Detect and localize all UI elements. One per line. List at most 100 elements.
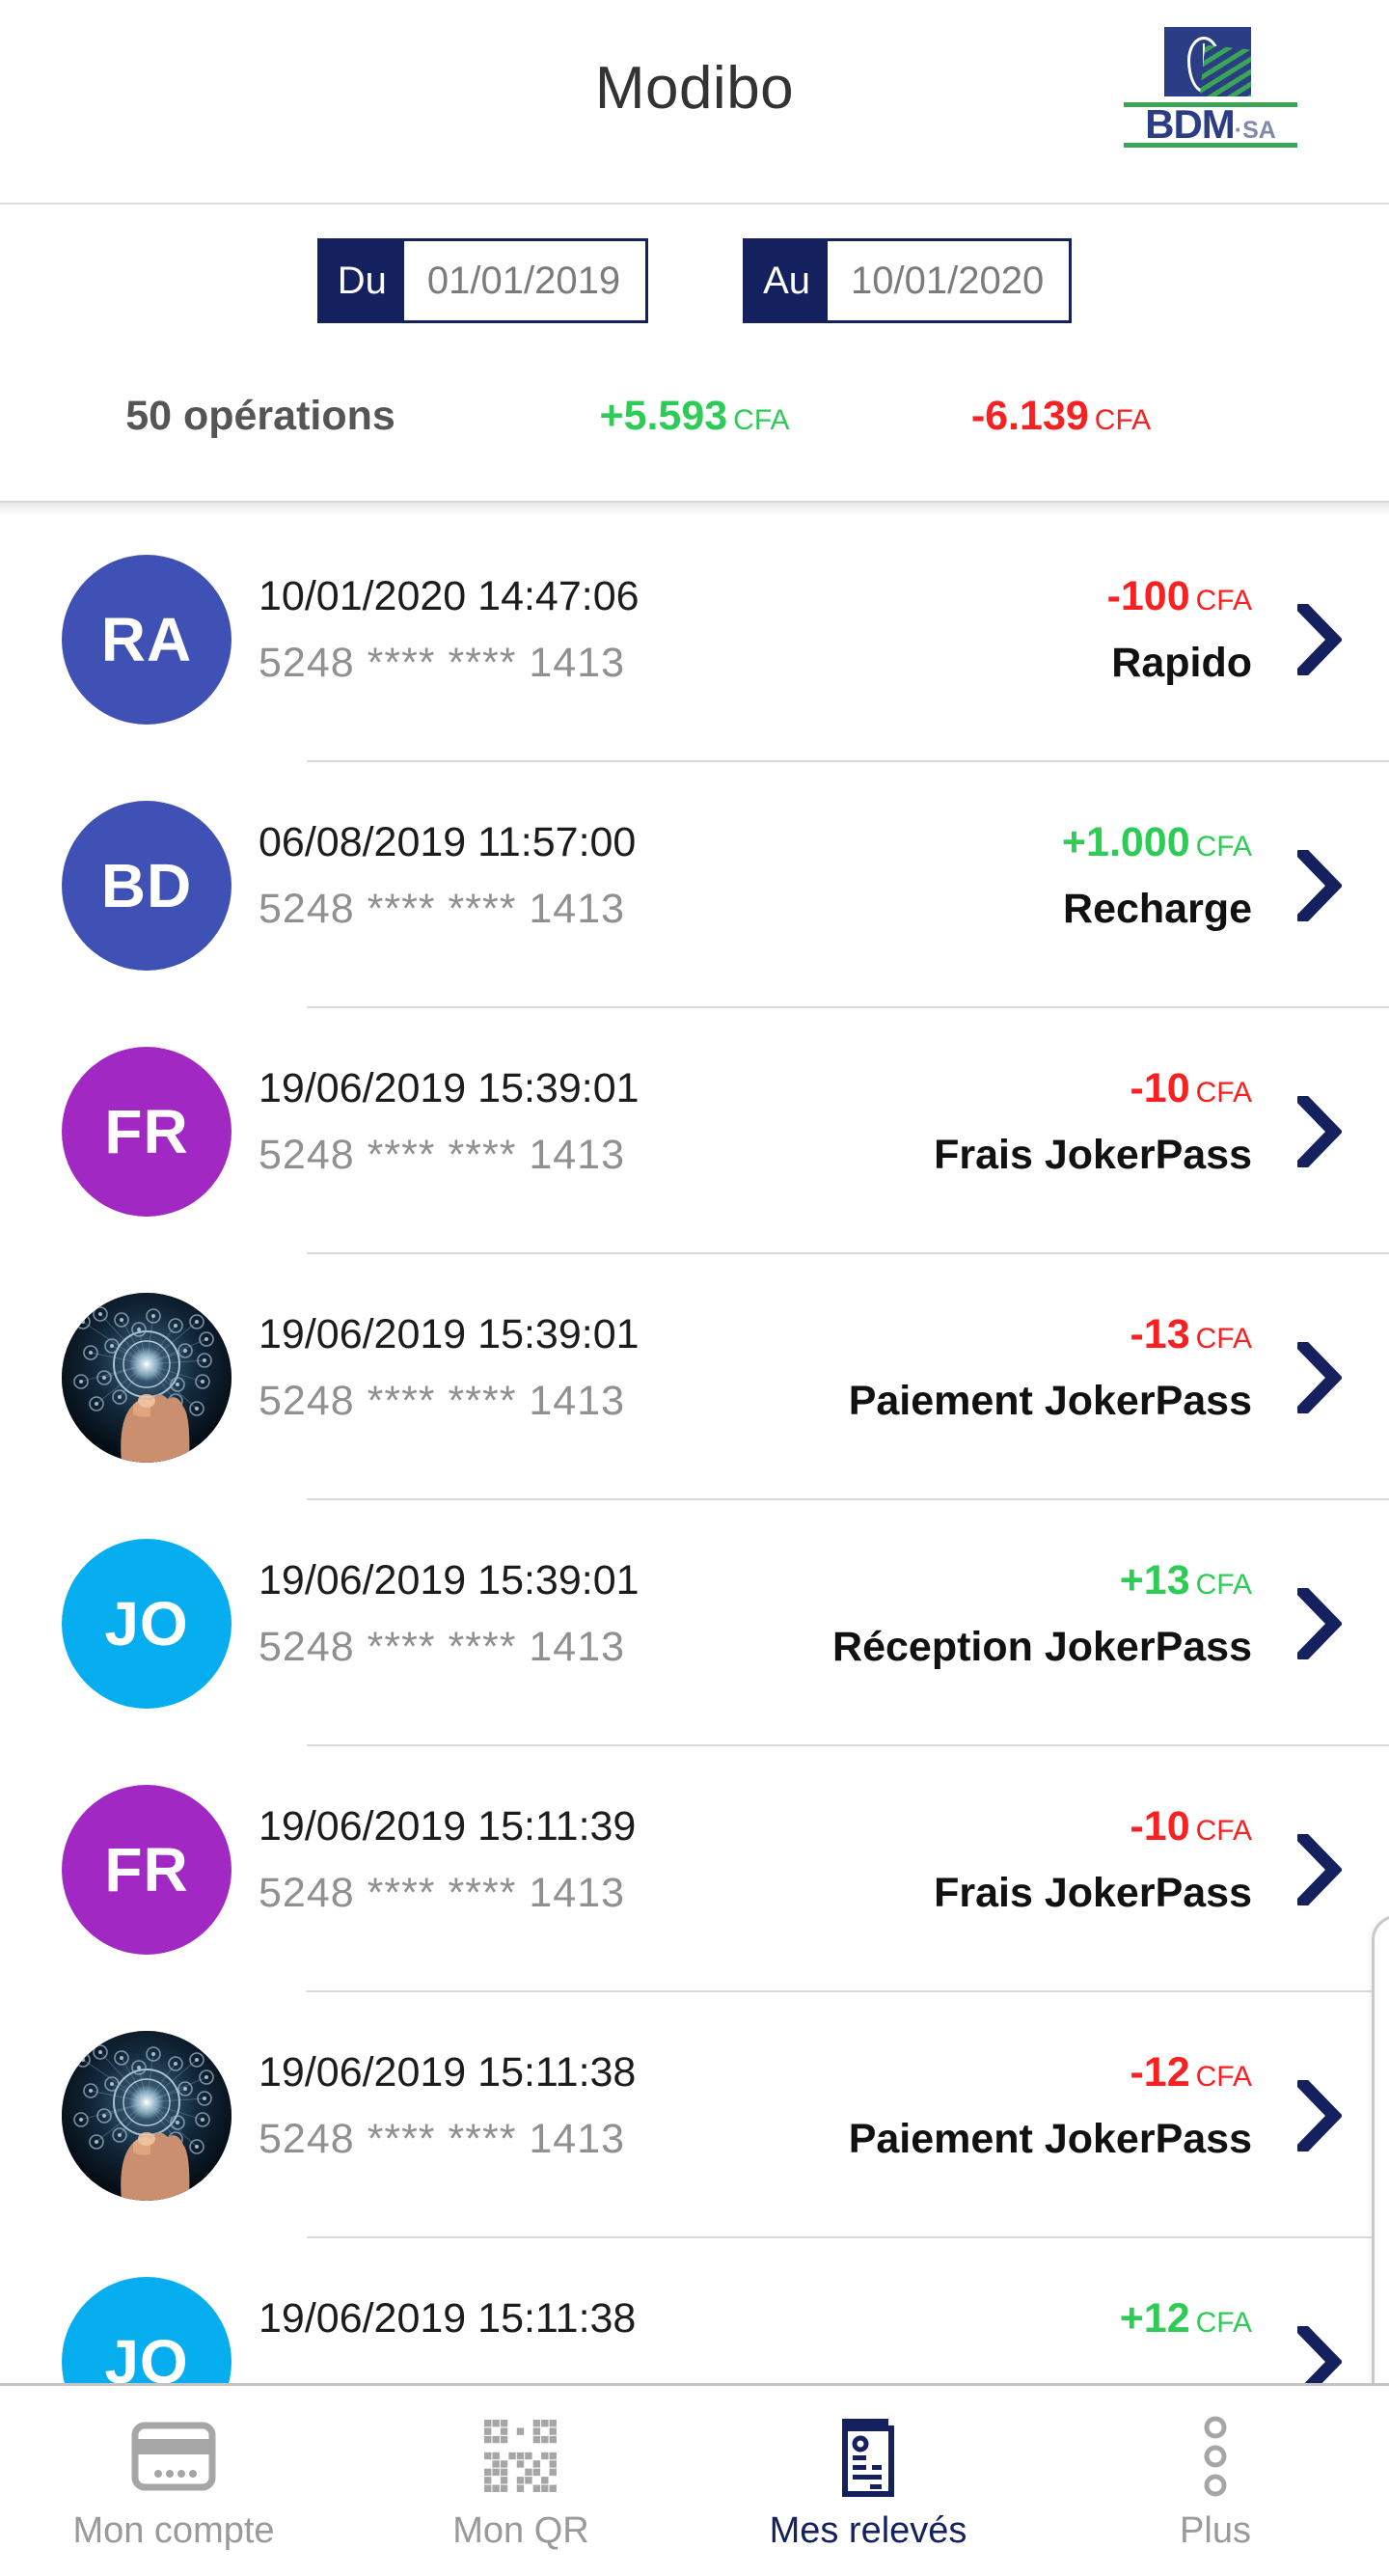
transaction-label: Paiement JokerPass	[848, 2115, 1252, 2162]
table-row[interactable]: JO 19/06/2019 15:39:01 +13 CFA 5248 **** ***…	[0, 1500, 1389, 1746]
bottom-navigation[interactable]: Mon compte Mon QR Mes relevés Plus	[0, 2383, 1389, 2576]
transaction-amount: -12 CFA	[1130, 2049, 1252, 2096]
receipt-icon	[842, 2419, 894, 2497]
transaction-bottom-line: 5248 **** **** 1413 Recharge	[259, 886, 1252, 971]
table-row[interactable]: RA 10/01/2020 14:47:06 -100 CFA 5248 **** **…	[0, 516, 1389, 762]
transaction-card-number: 5248 **** **** 1413	[259, 885, 626, 932]
transaction-details: 19/06/2019 15:39:01 -13 CFA 5248 **** **** …	[259, 1293, 1252, 1463]
transaction-bottom-line: 5248 **** **** 1413 Frais JokerPass	[259, 1132, 1252, 1217]
transaction-date: 19/06/2019 15:11:39	[259, 1803, 637, 1850]
side-floating-panel[interactable]	[1372, 1915, 1389, 2423]
chevron-right-icon	[1297, 1095, 1342, 1167]
transaction-top-line: 19/06/2019 15:39:01 -13 CFA	[259, 1293, 1252, 1378]
transaction-label: Rapido	[1111, 639, 1252, 686]
avatar: JO	[62, 1538, 232, 1709]
transaction-card-number: 5248 **** **** 1413	[259, 1623, 626, 1670]
transaction-details: 19/06/2019 15:11:39 -10 CFA 5248 **** **** …	[259, 1785, 1252, 1955]
table-row[interactable]: 19/06/2019 15:39:01 -13 CFA 5248 **** **** …	[0, 1254, 1389, 1500]
transaction-list[interactable]: RA 10/01/2020 14:47:06 -100 CFA 5248 **** **…	[0, 516, 1389, 2393]
avatar-photo	[62, 2030, 232, 2201]
table-row[interactable]: FR 19/06/2019 15:11:39 -10 CFA 5248 **** ***…	[0, 1746, 1389, 1992]
debit-total: -6.139 CFA	[868, 393, 1254, 440]
nav-item-mes-relevés[interactable]: Mes relevés	[694, 2386, 1042, 2576]
transaction-amount: -100 CFA	[1107, 573, 1252, 620]
transaction-top-line: 19/06/2019 15:39:01 -10 CFA	[259, 1047, 1252, 1132]
transaction-amount: -10 CFA	[1130, 1803, 1252, 1850]
table-row[interactable]: BD 06/08/2019 11:57:00 +1.000 CFA 5248 **** …	[0, 762, 1389, 1008]
nav-item-label: Mon compte	[72, 2510, 275, 2551]
date-from-input[interactable]: 01/01/2019	[404, 241, 645, 320]
avatar: JO	[62, 2276, 232, 2393]
transaction-currency: CFA	[1195, 1077, 1252, 1109]
table-row[interactable]: 19/06/2019 15:11:38 -12 CFA 5248 **** **** …	[0, 1992, 1389, 2238]
summary-row: 50 opérations +5.593 CFA -6.139 CFA	[0, 393, 1389, 440]
avatar-initials: FR	[104, 1096, 189, 1166]
table-row[interactable]: FR 19/06/2019 15:39:01 -10 CFA 5248 **** ***…	[0, 1008, 1389, 1254]
row-chevron-button[interactable]	[1291, 1833, 1348, 1905]
transaction-bottom-line: 5248 **** **** 1413 Paiement JokerPass	[259, 1378, 1252, 1463]
transaction-amount: +12 CFA	[1120, 2295, 1252, 2343]
transaction-amount: +13 CFA	[1120, 1557, 1252, 1604]
list-top-shadow	[0, 501, 1389, 516]
transaction-amount-value: +1.000	[1061, 819, 1190, 865]
nav-item-mon-compte[interactable]: Mon compte	[0, 2386, 347, 2576]
logo-wordmark: BDM·SA	[1124, 104, 1297, 149]
leaf-icon	[1187, 37, 1220, 93]
transaction-amount-value: +12	[1119, 2295, 1190, 2342]
credit-card-icon	[131, 2418, 216, 2495]
row-chevron-button[interactable]	[1291, 1095, 1348, 1167]
row-chevron-button[interactable]	[1291, 2079, 1348, 2151]
transaction-date: 19/06/2019 15:39:01	[259, 1065, 640, 1111]
transaction-top-line: 19/06/2019 15:11:38 +12 CFA	[259, 2277, 1252, 2362]
nav-item-label: Mon QR	[452, 2510, 589, 2551]
avatar-initials: RA	[100, 604, 193, 674]
transaction-label: Recharge	[1063, 885, 1252, 932]
transaction-currency: CFA	[1195, 2061, 1252, 2093]
row-chevron-button[interactable]	[1291, 603, 1348, 675]
transaction-top-line: 19/06/2019 15:11:39 -10 CFA	[259, 1785, 1252, 1870]
chevron-right-icon	[1297, 1833, 1342, 1905]
transaction-label: Réception JokerPass	[832, 1623, 1252, 1670]
transaction-currency: CFA	[1195, 1815, 1252, 1847]
transaction-date: 19/06/2019 15:11:38	[259, 2049, 637, 2096]
chevron-right-icon	[1297, 603, 1342, 675]
transaction-date: 19/06/2019 15:39:01	[259, 1557, 640, 1603]
transaction-amount: -10 CFA	[1130, 1065, 1252, 1112]
debit-currency: CFA	[1094, 404, 1152, 436]
transaction-currency: CFA	[1195, 831, 1252, 863]
date-from-field[interactable]: Du 01/01/2019	[316, 238, 649, 323]
chevron-right-icon	[1297, 2079, 1342, 2151]
date-to-label: Au	[746, 241, 829, 320]
transaction-amount-value: +13	[1119, 1557, 1190, 1603]
table-row[interactable]: JO 19/06/2019 15:11:38 +12 CFA	[0, 2238, 1389, 2393]
transaction-date: 10/01/2020 14:47:06	[259, 573, 640, 619]
transaction-details: 19/06/2019 15:39:01 -10 CFA 5248 **** **** …	[259, 1047, 1252, 1217]
transaction-card-number: 5248 **** **** 1413	[259, 639, 626, 686]
chevron-right-icon	[1297, 1341, 1342, 1413]
avatar-photo	[62, 1292, 232, 1463]
transaction-date: 19/06/2019 15:11:38	[259, 2295, 637, 2342]
date-to-field[interactable]: Au 10/01/2020	[743, 238, 1073, 323]
row-chevron-button[interactable]	[1291, 849, 1348, 921]
avatar-initials: BD	[100, 850, 193, 920]
date-range-row: Du 01/01/2019 Au 10/01/2020	[0, 238, 1389, 323]
transaction-details: 19/06/2019 15:11:38 +12 CFA	[259, 2277, 1252, 2394]
nav-item-mon-qr[interactable]: Mon QR	[347, 2386, 694, 2576]
avatar: BD	[62, 800, 232, 971]
transaction-date: 19/06/2019 15:39:01	[259, 1311, 640, 1357]
transaction-amount-value: -10	[1130, 1803, 1190, 1850]
transaction-label: Frais JokerPass	[934, 1131, 1252, 1178]
nav-item-plus[interactable]: Plus	[1042, 2386, 1389, 2576]
more-vertical-icon	[1199, 2416, 1232, 2497]
row-chevron-button[interactable]	[1291, 1587, 1348, 1659]
transaction-top-line: 19/06/2019 15:39:01 +13 CFA	[259, 1539, 1252, 1624]
avatar-initials: FR	[104, 1834, 189, 1905]
date-to-input[interactable]: 10/01/2020	[828, 241, 1069, 320]
avatar: RA	[62, 554, 232, 725]
nav-item-label: Plus	[1180, 2510, 1251, 2551]
logo-suffix: ·SA	[1234, 117, 1276, 144]
network-photo-art	[62, 2030, 232, 2201]
transaction-top-line: 19/06/2019 15:11:38 -12 CFA	[259, 2031, 1252, 2116]
row-chevron-button[interactable]	[1291, 1341, 1348, 1413]
transaction-bottom-line: 5248 **** **** 1413 Paiement JokerPass	[259, 2116, 1252, 2201]
